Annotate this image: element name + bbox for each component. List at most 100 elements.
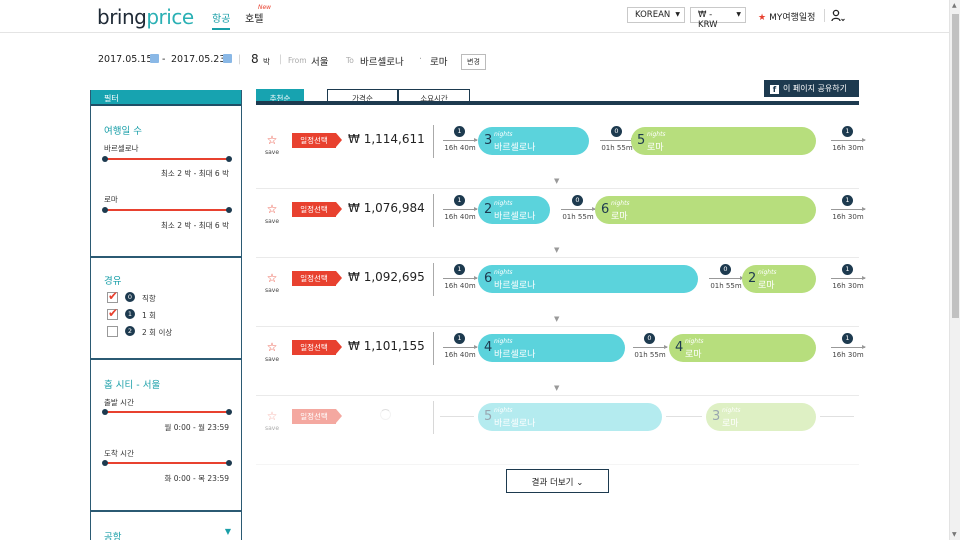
expand-chevron-icon[interactable]: ▼ — [554, 384, 559, 392]
save-label: save — [265, 425, 280, 432]
stop-count-icon: 2 — [125, 326, 135, 336]
to-city-2: 로마 — [430, 57, 448, 68]
stop-count-icon: 1 — [454, 195, 465, 206]
logo[interactable]: bringprice — [97, 5, 194, 29]
stay-barcelona[interactable]: 5 nights 바르셀로나 — [478, 403, 662, 431]
save-button[interactable]: ☆ save — [265, 198, 279, 225]
flight-leg[interactable]: 0 01h 55m — [706, 264, 746, 294]
select-itinerary-button[interactable]: 일정선택 — [292, 133, 342, 148]
flight-leg[interactable]: 1 16h 30m — [828, 264, 868, 294]
stay-rome[interactable]: 5 nights 로마 — [631, 127, 816, 155]
stay-nights-count: 6 — [601, 202, 610, 217]
currency-symbol: ₩ — [348, 201, 360, 215]
user-icon[interactable] — [831, 9, 845, 23]
select-itinerary-button[interactable]: 일정선택 — [292, 409, 342, 424]
expand-chevron-icon[interactable]: ▼ — [554, 246, 559, 254]
arrive-time-slider[interactable] — [102, 460, 232, 466]
expand-chevron-icon[interactable]: ▼ — [554, 177, 559, 185]
nights-label: nights — [494, 200, 513, 207]
share-page-button[interactable]: f 이 페이지 공유하기 — [764, 80, 859, 97]
arrow-right-icon — [443, 345, 478, 349]
flight-leg[interactable]: 0 01h 55m — [630, 333, 670, 363]
result-row: ☆ save 일정선택 ₩ 1,101,155 1 16h 40m 0 01h … — [256, 327, 866, 396]
stop-count-icon: 1 — [454, 264, 465, 275]
star-icon: ★ — [758, 13, 767, 23]
price: ₩ 1,092,695 — [348, 270, 425, 284]
change-button[interactable]: 변경 — [461, 54, 486, 70]
checkbox[interactable] — [107, 289, 118, 303]
select-itinerary-button[interactable]: 일정선택 — [292, 271, 342, 286]
nav-hotel[interactable]: 호텔 — [245, 10, 263, 25]
section-title: 경유 — [104, 276, 122, 287]
expand-chevron-icon[interactable]: ▼ — [554, 315, 559, 323]
flight-leg[interactable]: 1 16h 40m — [440, 264, 480, 294]
stay-rome[interactable]: 2 nights 로마 — [742, 265, 816, 293]
from-city: 서울 — [311, 57, 329, 68]
stop-count-icon: 1 — [454, 333, 465, 344]
currency-symbol: ₩ — [348, 132, 360, 146]
checkbox[interactable] — [107, 306, 118, 320]
scrollbar-thumb[interactable] — [952, 14, 959, 318]
leg-duration: 16h 40m — [444, 213, 476, 221]
select-itinerary-button[interactable]: 일정선택 — [292, 340, 342, 355]
flight-leg[interactable]: 1 16h 40m — [440, 126, 480, 156]
flight-leg[interactable]: 1 16h 30m — [828, 195, 868, 225]
leg-duration: 01h 55m — [562, 213, 594, 221]
nights-label: nights — [494, 131, 513, 138]
scroll-up-icon[interactable]: ▲ — [952, 2, 957, 9]
calendar-icon[interactable] — [150, 54, 159, 63]
price-value: 1,076,984 — [363, 201, 425, 215]
stay-city: 바르셀로나 — [494, 350, 536, 360]
price: ₩ 1,101,155 — [348, 339, 425, 353]
stop-count-icon: 0 — [611, 126, 622, 137]
stay-nights-count: 5 — [484, 409, 493, 424]
stay-barcelona[interactable]: 3 nights 바르셀로나 — [478, 127, 589, 155]
filter-airport[interactable]: 공항 ▼ — [91, 514, 241, 540]
stay-barcelona[interactable]: 2 nights 바르셀로나 — [478, 196, 550, 224]
calendar-icon[interactable] — [223, 54, 232, 63]
save-button[interactable]: ☆ save — [265, 405, 279, 432]
flight-leg[interactable]: 1 16h 40m — [440, 195, 480, 225]
depart-time-slider[interactable] — [102, 409, 232, 415]
my-trips-link[interactable]: ★ MY여행일정 — [758, 10, 815, 23]
nights-label: nights — [494, 407, 513, 414]
separator: | — [279, 54, 283, 65]
stay-nights-count: 2 — [484, 202, 493, 217]
scrollbar[interactable]: ▲ ▼ — [949, 0, 960, 540]
save-label: save — [265, 356, 280, 363]
arrow-right-icon — [561, 207, 596, 211]
nav-flight[interactable]: 항공 — [212, 10, 231, 30]
star-outline-icon: ☆ — [266, 271, 278, 285]
select-itinerary-button[interactable]: 일정선택 — [292, 202, 342, 217]
flight-leg[interactable]: 1 16h 30m — [828, 126, 868, 156]
stop-count-icon: 1 — [842, 126, 853, 137]
stay-rome[interactable]: 6 nights 로마 — [595, 196, 816, 224]
language-select[interactable]: KOREAN ▼ — [627, 7, 685, 23]
date-dash: - — [162, 54, 166, 65]
city-label: 로마 — [104, 195, 118, 204]
chevron-down-icon[interactable]: ▼ — [225, 527, 231, 536]
nights-label: nights — [647, 131, 666, 138]
stay-nights-count: 3 — [712, 409, 721, 424]
price-value: 1,092,695 — [363, 270, 425, 284]
filter-trip-days: 여행일 수 바르셀로나 최소 2 박 - 최대 6 박 로마 최소 2 박 - … — [91, 108, 241, 258]
save-button[interactable]: ☆ save — [265, 336, 279, 363]
stay-rome[interactable]: 4 nights 로마 — [669, 334, 816, 362]
stay-barcelona[interactable]: 4 nights 바르셀로나 — [478, 334, 625, 362]
stay-rome[interactable]: 3 nights 로마 — [706, 403, 816, 431]
stay-city: 바르셀로나 — [494, 143, 536, 153]
more-results-button[interactable]: 결과 더보기 ⌄ — [506, 469, 609, 493]
flight-leg[interactable]: 1 16h 30m — [828, 333, 868, 363]
currency-select[interactable]: ₩ - KRW ▼ — [690, 7, 746, 30]
scroll-down-icon[interactable]: ▼ — [952, 531, 957, 538]
days-slider-barcelona[interactable] — [102, 156, 232, 162]
to-city: 바르셀로나 — [360, 57, 404, 68]
stay-nights-count: 4 — [675, 340, 684, 355]
days-slider-rome[interactable] — [102, 207, 232, 213]
save-button[interactable]: ☆ save — [265, 267, 279, 294]
stay-barcelona[interactable]: 6 nights 바르셀로나 — [478, 265, 698, 293]
save-button[interactable]: ☆ save — [265, 129, 279, 156]
flight-leg[interactable]: 1 16h 40m — [440, 333, 480, 363]
checkbox[interactable] — [107, 326, 118, 337]
flight-leg[interactable]: 0 01h 55m — [558, 195, 598, 225]
